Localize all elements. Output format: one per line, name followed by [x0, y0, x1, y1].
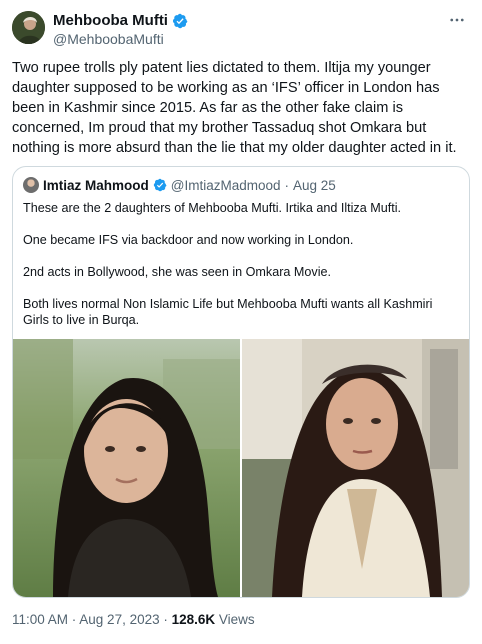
separator-dot: · [284, 177, 290, 193]
tweet-text: Two rupee trolls ply patent lies dictate… [12, 60, 457, 156]
quoted-tweet-date[interactable]: Aug 25 [293, 178, 336, 193]
author-handle[interactable]: @MehboobaMufti [53, 31, 164, 47]
quoted-author-name[interactable]: Imtiaz Mahmood [43, 178, 149, 193]
photo-left[interactable] [13, 339, 240, 597]
verified-badge-icon [153, 178, 167, 192]
tweet-timestamp[interactable]: 11:00 AM · Aug 27, 2023 · [12, 612, 172, 627]
verified-badge-icon [172, 13, 188, 28]
quoted-author-avatar[interactable] [23, 177, 39, 193]
author-display-name[interactable]: Mehbooba Mufti [53, 12, 168, 29]
tweet-meta: 11:00 AM · Aug 27, 2023 · 128.6K Views [12, 612, 255, 627]
quoted-tweet[interactable]: Imtiaz Mahmood @ImtiazMadmood · Aug 25 T… [12, 166, 470, 598]
author-name-row[interactable]: Mehbooba Mufti [53, 12, 188, 29]
tweet: Mehbooba Mufti @MehboobaMufti Two rupee … [0, 0, 482, 644]
more-options-icon [450, 18, 464, 22]
views-label: Views [215, 612, 255, 627]
quoted-tweet-text: These are the 2 daughters of Mehbooba Mu… [23, 201, 433, 327]
author-avatar[interactable] [12, 11, 45, 44]
quoted-tweet-header: Imtiaz Mahmood @ImtiazMadmood · Aug 25 [23, 177, 336, 193]
photo-right[interactable] [242, 339, 469, 597]
quoted-tweet-photos [13, 339, 469, 597]
quoted-author-handle[interactable]: @ImtiazMadmood [171, 178, 281, 193]
more-options-button[interactable] [446, 10, 468, 30]
views-count: 128.6K [171, 612, 216, 627]
